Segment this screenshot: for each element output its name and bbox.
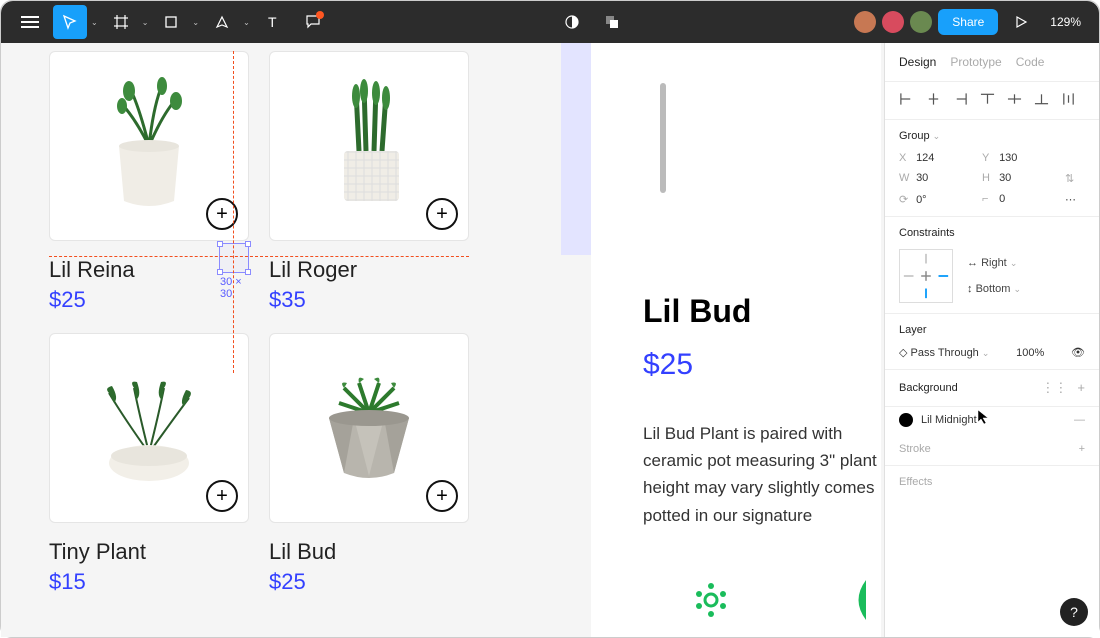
add-button[interactable]: + xyxy=(206,480,238,512)
align-left-icon[interactable] xyxy=(899,92,914,109)
notification-dot xyxy=(316,11,324,19)
distribute-icon[interactable] xyxy=(1061,92,1076,109)
tab-prototype[interactable]: Prototype xyxy=(950,55,1001,69)
pos-y[interactable]: 130 xyxy=(999,152,1017,164)
height[interactable]: 30 xyxy=(999,172,1011,184)
move-tool-caret[interactable]: ⌄ xyxy=(91,18,98,27)
avatar[interactable] xyxy=(854,11,876,33)
effects-label: Effects xyxy=(899,476,932,488)
plant-image xyxy=(79,76,219,216)
more-options-icon[interactable]: ⋯ xyxy=(1065,193,1085,206)
frame-tool-caret[interactable]: ⌄ xyxy=(142,18,149,27)
visibility-icon[interactable]: 👁 xyxy=(1071,346,1085,359)
svg-text:T: T xyxy=(268,14,277,30)
frame-tool[interactable] xyxy=(104,5,138,39)
hamburger-menu[interactable] xyxy=(13,5,47,39)
product-card[interactable]: + xyxy=(49,333,249,523)
leaf-icon xyxy=(851,580,881,625)
resize-handle[interactable] xyxy=(217,269,223,275)
align-right-icon[interactable] xyxy=(953,92,968,109)
align-top-icon[interactable] xyxy=(980,92,995,109)
rotation[interactable]: 0° xyxy=(916,194,927,206)
boolean-tool[interactable] xyxy=(595,5,629,39)
remove-fill-icon[interactable]: — xyxy=(1074,414,1085,426)
constraint-h[interactable]: ↔ Right ⌄ xyxy=(967,257,1021,269)
stroke-label: Stroke xyxy=(899,443,931,455)
constrain-proportions-icon[interactable]: ⇅ xyxy=(1065,172,1085,185)
detail-description: Lil Bud Plant is paired with ceramic pot… xyxy=(643,420,881,529)
comment-tool[interactable] xyxy=(296,5,330,39)
product-card[interactable]: + xyxy=(269,51,469,241)
alignment-guide xyxy=(233,51,234,373)
product-price: $35 xyxy=(269,287,469,313)
opacity[interactable]: 100% xyxy=(1016,347,1044,359)
pos-x[interactable]: 124 xyxy=(916,152,934,164)
constraints-widget[interactable] xyxy=(899,249,953,303)
plant-image xyxy=(299,358,439,498)
style-icon[interactable]: ⋮⋮ xyxy=(1041,380,1067,396)
product-price: $25 xyxy=(49,287,249,313)
layer-label: Layer xyxy=(899,324,1085,336)
constraint-v[interactable]: ↕ Bottom ⌄ xyxy=(967,283,1021,295)
align-vcenter-icon[interactable] xyxy=(1007,92,1022,109)
constraints-label: Constraints xyxy=(899,227,1085,239)
resize-handle[interactable] xyxy=(217,241,223,247)
zoom-level[interactable]: 129% xyxy=(1044,15,1087,29)
detail-title: Lil Bud xyxy=(643,293,881,330)
background-label: Background xyxy=(899,382,958,394)
color-name[interactable]: Lil Midnight xyxy=(921,414,977,426)
width[interactable]: 30 xyxy=(916,172,928,184)
group-label[interactable]: Group ⌄ xyxy=(899,130,1085,142)
add-button[interactable]: + xyxy=(426,198,458,230)
shape-tool-caret[interactable]: ⌄ xyxy=(192,18,199,27)
tab-code[interactable]: Code xyxy=(1016,55,1045,69)
product-title: Lil Bud xyxy=(269,539,469,565)
add-fill-icon[interactable]: + xyxy=(1077,380,1085,396)
add-stroke-icon[interactable]: + xyxy=(1079,443,1085,455)
text-tool[interactable]: T xyxy=(256,5,290,39)
product-detail: Lil Bud $25 Lil Bud Plant is paired with… xyxy=(591,43,881,637)
mask-tool[interactable] xyxy=(555,5,589,39)
avatar[interactable] xyxy=(882,11,904,33)
resize-handle[interactable] xyxy=(245,241,251,247)
pen-tool-caret[interactable]: ⌄ xyxy=(243,18,250,27)
corner-radius[interactable]: 0 xyxy=(999,193,1005,205)
add-button[interactable]: + xyxy=(426,480,458,512)
loader-icon xyxy=(691,580,731,625)
color-swatch[interactable] xyxy=(899,413,913,427)
product-card[interactable]: + xyxy=(49,51,249,241)
share-button[interactable]: Share xyxy=(938,9,998,35)
product-price: $15 xyxy=(49,569,249,595)
present-button[interactable] xyxy=(1004,5,1038,39)
product-title: Lil Roger xyxy=(269,257,469,283)
plant-image xyxy=(299,76,439,216)
product-price: $25 xyxy=(269,569,469,595)
pen-tool[interactable] xyxy=(205,5,239,39)
product-title: Tiny Plant xyxy=(49,539,249,565)
blend-mode[interactable]: ◇ Pass Through ⌄ xyxy=(899,346,989,359)
shape-tool[interactable] xyxy=(154,5,188,39)
avatar[interactable] xyxy=(910,11,932,33)
plant-image xyxy=(79,358,219,498)
resize-handle[interactable] xyxy=(245,269,251,275)
selection-dimensions: 30 × 30 xyxy=(220,276,248,300)
canvas[interactable]: + Lil Reina $25 + xyxy=(1,43,884,637)
align-bottom-icon[interactable] xyxy=(1034,92,1049,109)
scrollbar-thumb[interactable] xyxy=(660,83,666,193)
detail-price: $25 xyxy=(643,348,881,382)
alignment-guide xyxy=(49,256,469,257)
selection-box[interactable]: 30 × 30 xyxy=(219,243,249,273)
move-tool[interactable] xyxy=(53,5,87,39)
cursor-icon xyxy=(977,409,989,428)
tab-design[interactable]: Design xyxy=(899,55,936,69)
help-button[interactable]: ? xyxy=(1060,598,1088,626)
product-card[interactable]: + xyxy=(269,333,469,523)
align-hcenter-icon[interactable] xyxy=(926,92,941,109)
properties-panel: Design Prototype Code Group ⌄ X 124 Y 13… xyxy=(884,43,1099,637)
